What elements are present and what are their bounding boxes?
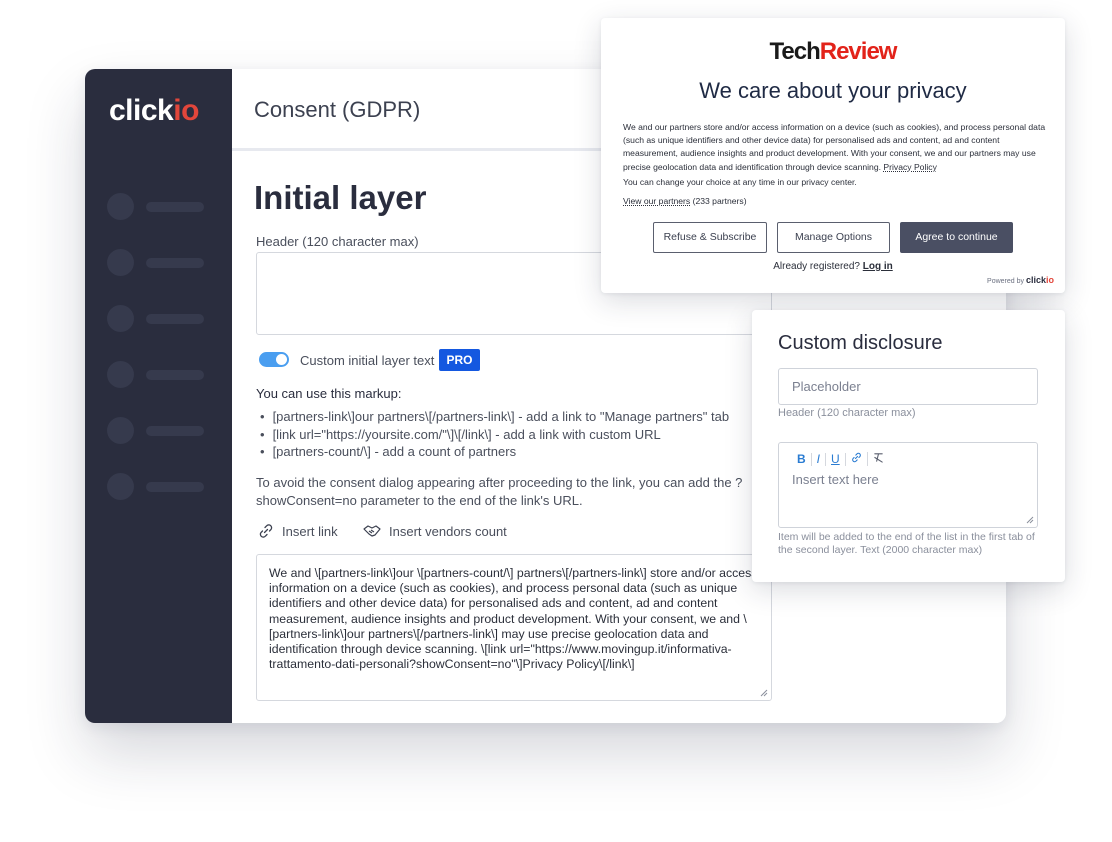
pro-badge: PRO [439,349,480,371]
sidebar: clickio [85,69,232,723]
partners-line: View our partners (233 partners) [623,196,747,206]
insert-vendors-count-button[interactable]: Insert vendors count [363,523,507,539]
initial-layer-text-area[interactable]: We and \[partners-link\]our \[partners-c… [256,554,772,701]
bold-button[interactable]: B [792,452,812,466]
link-icon [851,452,861,463]
powered-by-text: Powered by [987,278,1025,285]
editor-toolbar: B I U [792,452,889,466]
text-area-content: We and \[partners-link\]our \[partners-c… [269,566,758,672]
sidebar-item-1[interactable] [107,193,207,221]
markup-list: [partners-link\]our partners\[/partners-… [260,409,730,462]
link-button[interactable] [846,452,868,466]
powered-by: Powered by clickio [987,275,1054,285]
brand-part1: Tech [769,38,821,65]
page-title: Consent (GDPR) [254,97,421,122]
privacy-policy-link[interactable]: Privacy Policy [883,162,936,172]
section-title: Initial layer [254,179,427,216]
card-title: Custom disclosure [778,332,943,354]
nav-placeholder-icon [107,361,134,388]
nav-label-placeholder [146,426,204,436]
techreview-logo: TechReview [601,38,1065,66]
nav-placeholder-icon [107,249,134,276]
sidebar-item-6[interactable] [107,473,207,501]
logo-accent: io [173,94,199,127]
consent-popup: TechReview We care about your privacy We… [601,18,1065,293]
markup-item: [link url="https://yoursite.com/"\]\[/li… [260,427,729,445]
popup-body: We and our partners store and/or access … [623,121,1047,174]
link-icon [259,524,273,538]
italic-button[interactable]: I [812,452,827,466]
logo-main: click [109,94,174,127]
custom-text-toggle[interactable] [259,352,289,367]
insert-link-button[interactable]: Insert link [258,523,338,539]
popup-body-text: We and our partners store and/or access … [623,122,1046,172]
toggle-label: Custom initial layer text [300,353,435,368]
partners-count: (233 partners) [692,196,747,206]
resize-handle-icon[interactable] [1025,515,1034,524]
powered-brand-accent: io [1046,275,1054,285]
markup-item: [partners-link\]our partners\[/partners-… [260,409,730,427]
already-registered-text: Already registered? [773,261,860,272]
popup-title: We care about your privacy [699,78,967,103]
nav-label-placeholder [146,258,204,268]
clickio-logo[interactable]: clickio [109,94,199,128]
nav-label-placeholder [146,314,204,324]
clear-format-icon [873,453,883,463]
refuse-subscribe-button[interactable]: Refuse & Subscribe [653,222,767,253]
nav-label-placeholder [146,370,204,380]
change-choice-text: You can change your choice at any time i… [623,177,857,187]
markup-item: [partners-count/\] - add a count of part… [260,444,729,462]
sidebar-item-3[interactable] [107,305,207,333]
sidebar-item-5[interactable] [107,417,207,445]
resize-handle-icon[interactable] [759,688,768,697]
nav-placeholder-icon [107,305,134,332]
underline-button[interactable]: U [826,452,846,466]
disclosure-header-input[interactable]: Placeholder [778,368,1038,405]
already-registered-line: Already registered? Log in [601,261,1065,272]
brand-part2: Review [819,38,898,65]
header-hint: Header (120 character max) [778,407,916,419]
nav-placeholder-icon [107,417,134,444]
nav-placeholder-icon [107,193,134,220]
view-partners-link[interactable]: View our partners [623,196,690,206]
markup-title: You can use this markup: [256,386,402,401]
handshake-icon [363,525,381,537]
editor-placeholder: Insert text here [792,472,879,487]
manage-options-button[interactable]: Manage Options [777,222,890,253]
text-hint: Item will be added to the end of the lis… [778,531,1035,556]
nav-placeholder-icon [107,473,134,500]
nav-label-placeholder [146,482,204,492]
sidebar-item-4[interactable] [107,361,207,389]
insert-link-label: Insert link [282,523,338,539]
login-link[interactable]: Log in [863,261,893,272]
sidebar-item-2[interactable] [107,249,207,277]
disclosure-text-editor[interactable]: B I U Insert text here [778,442,1038,528]
clear-format-button[interactable] [868,452,889,466]
powered-brand: clickio [1026,275,1054,285]
toggle-knob [276,354,287,365]
nav-label-placeholder [146,202,204,212]
header-field-label: Header (120 character max) [256,234,419,249]
header-placeholder: Placeholder [792,379,861,394]
powered-brand-main: click [1025,275,1046,285]
agree-button[interactable]: Agree to continue [900,222,1013,253]
show-consent-note: To avoid the consent dialog appearing af… [256,475,743,508]
insert-vendors-label: Insert vendors count [389,523,507,539]
custom-disclosure-card: Custom disclosure Placeholder Header (12… [752,310,1065,582]
